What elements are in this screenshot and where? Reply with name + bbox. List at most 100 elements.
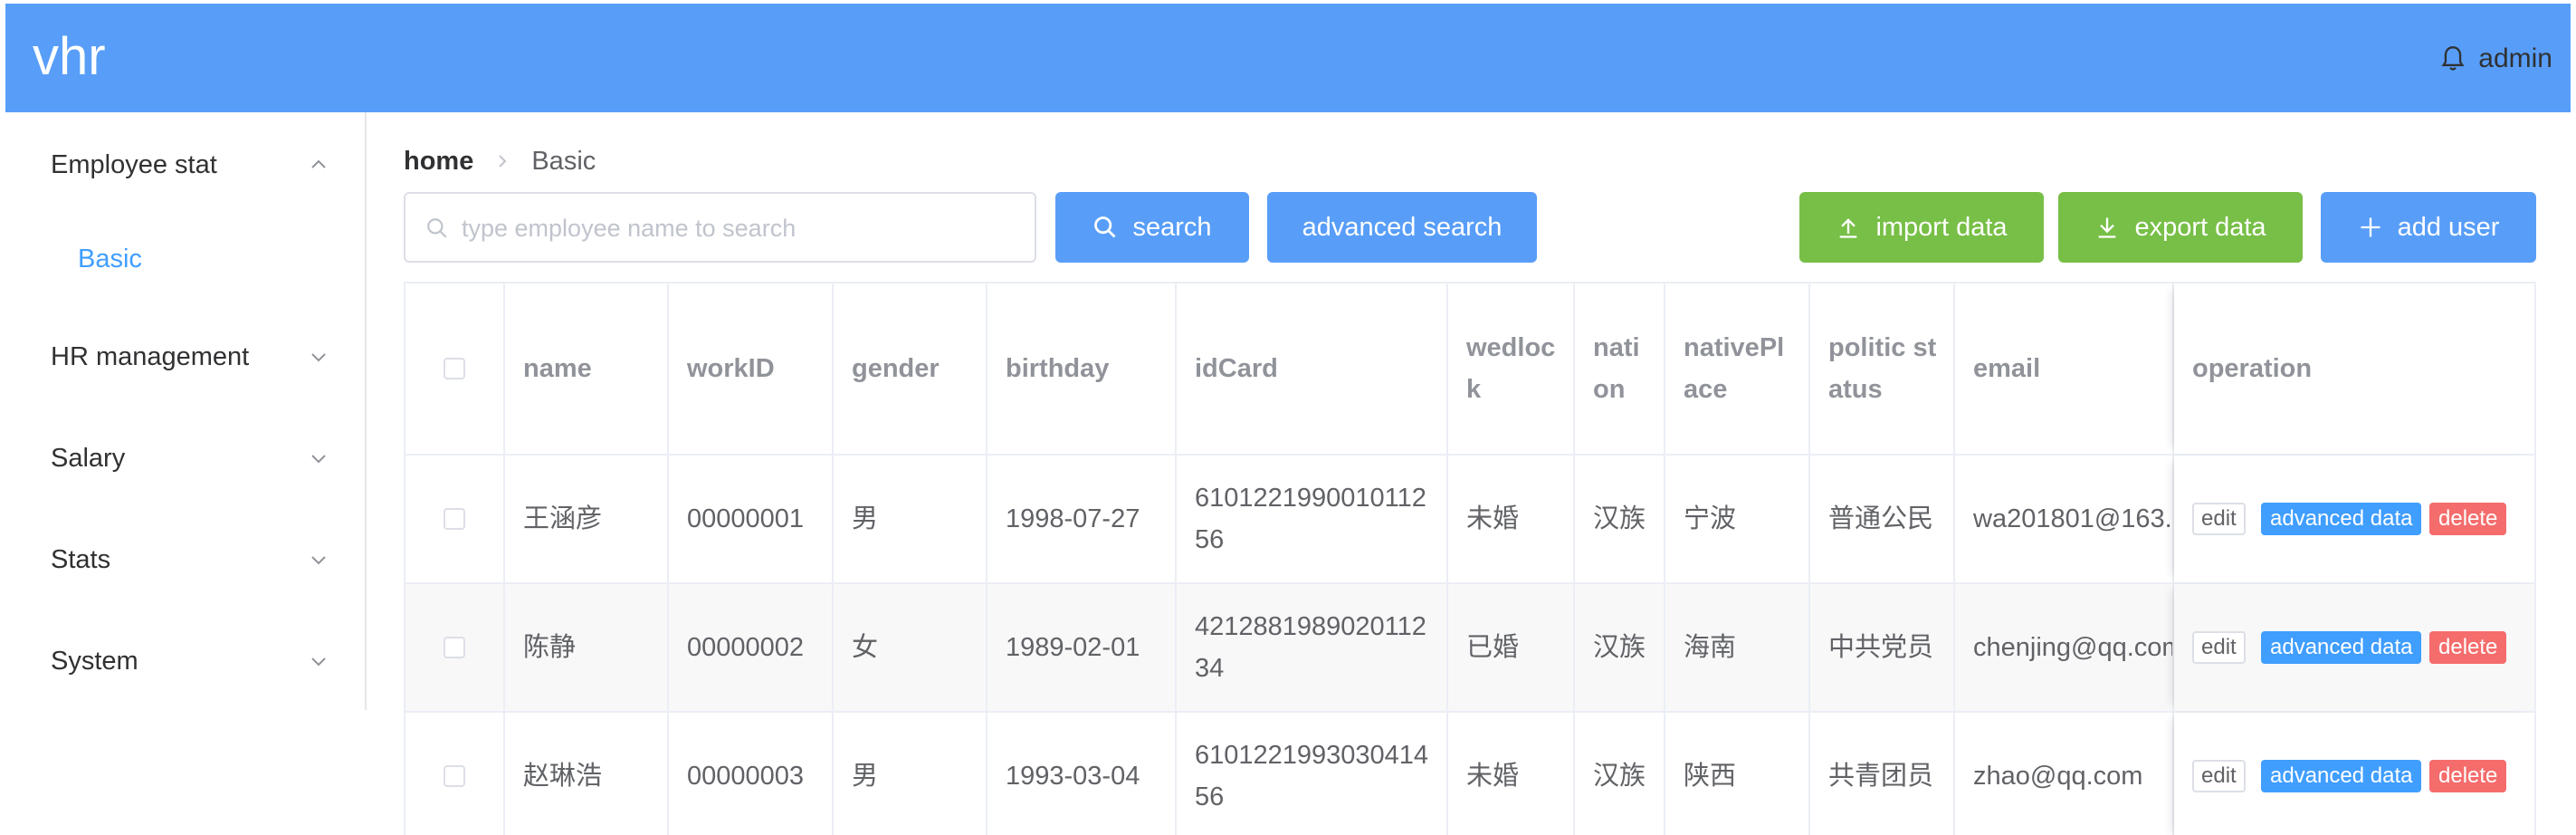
plus-icon <box>2361 217 2380 237</box>
search-button[interactable]: search <box>1055 192 1249 263</box>
column-header-nation[interactable]: nation <box>1593 327 1651 410</box>
chevron-down-icon <box>311 556 326 565</box>
cell-gender: 男 <box>852 762 879 791</box>
cell-gender: 男 <box>852 504 879 533</box>
advanced-data-button[interactable]: advanced data <box>2261 631 2422 664</box>
sidebar-item-label: System <box>51 647 138 676</box>
search-icon <box>427 218 447 238</box>
advanced-search-label: advanced search <box>1302 212 1503 242</box>
column-header-wedlock[interactable]: wedlock <box>1466 327 1560 410</box>
column-header-name[interactable]: name <box>523 348 654 389</box>
chevron-down-icon <box>311 353 326 362</box>
cell-politic: 共青团员 <box>1828 762 1934 791</box>
chevron-down-icon <box>311 657 326 667</box>
delete-button[interactable]: delete <box>2429 503 2507 535</box>
breadcrumb-home[interactable]: home <box>404 147 473 177</box>
column-header-gender[interactable]: gender <box>852 348 973 389</box>
table-row[interactable]: 王涵彦 00000001 男 1998-07-27 61012219900101… <box>405 456 2534 584</box>
search-button-label: search <box>1132 212 1212 242</box>
cell-name: 赵琳浩 <box>523 762 603 791</box>
cell-politic: 普通公民 <box>1828 504 1934 533</box>
cell-nation: 汉族 <box>1593 762 1646 791</box>
row-actions: edit advanced data delete <box>2174 713 2534 835</box>
download-icon <box>2099 217 2116 238</box>
cell-wedlock: 未婚 <box>1466 504 1520 533</box>
user-menu[interactable]: admin <box>2440 43 2552 74</box>
row-checkbox[interactable] <box>444 508 465 530</box>
column-header-idcard[interactable]: idCard <box>1195 348 1434 389</box>
row-checkbox[interactable] <box>444 637 465 658</box>
chevron-down-icon <box>311 455 326 464</box>
sidebar-menu: Employee stat Basic HR management Salary… <box>5 112 367 710</box>
chevron-up-icon <box>311 159 326 168</box>
column-header-operation: operation <box>2192 354 2313 383</box>
export-data-button[interactable]: export data <box>2058 192 2303 263</box>
employee-table: name workID gender birthday idCard wedlo… <box>404 282 2536 835</box>
cell-nativeplace: 陕西 <box>1684 762 1737 791</box>
sidebar-item-label: HR management <box>51 342 250 371</box>
sidebar-item-stats[interactable]: Stats <box>5 533 365 587</box>
advanced-data-button[interactable]: advanced data <box>2261 503 2422 535</box>
cell-birthday: 1993-03-04 <box>1006 762 1140 791</box>
advanced-data-button[interactable]: advanced data <box>2261 760 2422 792</box>
cell-name: 陈静 <box>523 633 577 662</box>
user-name[interactable]: admin <box>2478 43 2552 74</box>
cell-idcard: 610122199303041456 <box>1195 741 1429 811</box>
sidebar-item-employee-stat[interactable]: Employee stat <box>5 138 365 192</box>
sidebar-subitem-label: Basic <box>78 245 142 274</box>
import-data-button[interactable]: import data <box>1799 192 2044 263</box>
cell-workid: 00000001 <box>687 504 805 533</box>
edit-button[interactable]: edit <box>2192 760 2246 792</box>
cell-email: zhao@qq.com <box>1973 762 2143 791</box>
sidebar-item-label: Employee stat <box>51 150 217 179</box>
cell-nativeplace: 宁波 <box>1684 504 1737 533</box>
advanced-search-button[interactable]: advanced search <box>1267 192 1537 263</box>
app-logo: vhr <box>33 27 106 86</box>
delete-button[interactable]: delete <box>2429 631 2507 664</box>
cell-email: chenjing@qq.com <box>1973 633 2172 662</box>
sidebar-item-hr-management[interactable]: HR management <box>5 330 365 384</box>
cell-workid: 00000003 <box>687 762 805 791</box>
add-user-button[interactable]: add user <box>2321 192 2536 263</box>
cell-name: 王涵彦 <box>523 504 603 533</box>
delete-button[interactable]: delete <box>2429 760 2507 792</box>
column-header-politic[interactable]: politic status <box>1828 327 1941 410</box>
cell-workid: 00000002 <box>687 633 805 662</box>
search-input[interactable] <box>460 196 1025 261</box>
breadcrumb: home Basic <box>404 143 596 179</box>
add-user-label: add user <box>2397 212 2500 242</box>
select-all-checkbox[interactable] <box>444 358 465 379</box>
cell-idcard: 610122199001011256 <box>1195 484 1426 554</box>
cell-nation: 汉族 <box>1593 633 1646 662</box>
cell-birthday: 1989-02-01 <box>1006 633 1140 662</box>
top-header: vhr admin <box>5 4 2571 112</box>
column-header-nativeplace[interactable]: nativePlace <box>1684 327 1796 410</box>
table-row[interactable]: 赵琳浩 00000003 男 1993-03-04 61012219930304… <box>405 713 2534 835</box>
cell-wedlock: 已婚 <box>1466 633 1520 662</box>
cell-wedlock: 未婚 <box>1466 762 1520 791</box>
column-header-birthday[interactable]: birthday <box>1006 348 1162 389</box>
upload-icon <box>1840 218 1857 238</box>
sidebar-item-salary[interactable]: Salary <box>5 431 365 485</box>
breadcrumb-current: Basic <box>531 146 596 176</box>
cell-nativeplace: 海南 <box>1684 633 1737 662</box>
column-header-email[interactable]: email <box>1973 348 2172 389</box>
edit-button[interactable]: edit <box>2192 503 2246 535</box>
row-checkbox[interactable] <box>444 765 465 787</box>
export-data-label: export data <box>2134 212 2266 242</box>
cell-birthday: 1998-07-27 <box>1006 504 1140 533</box>
bell-icon[interactable] <box>2440 45 2466 72</box>
edit-button[interactable]: edit <box>2192 631 2246 664</box>
column-header-workid[interactable]: workID <box>687 348 819 389</box>
row-actions: edit advanced data delete <box>2174 456 2534 582</box>
search-icon <box>1094 216 1116 238</box>
sidebar-item-system[interactable]: System <box>5 634 365 688</box>
search-field[interactable] <box>404 192 1036 263</box>
sidebar-item-label: Salary <box>51 444 126 473</box>
chevron-right-icon <box>499 155 507 168</box>
row-actions: edit advanced data delete <box>2174 584 2534 711</box>
sidebar-subitem-basic[interactable]: Basic <box>5 232 365 286</box>
table-row[interactable]: 陈静 00000002 女 1989-02-01 421288198902011… <box>405 584 2534 713</box>
cell-email: wa201801@163.com <box>1973 504 2172 533</box>
cell-nation: 汉族 <box>1593 504 1646 533</box>
